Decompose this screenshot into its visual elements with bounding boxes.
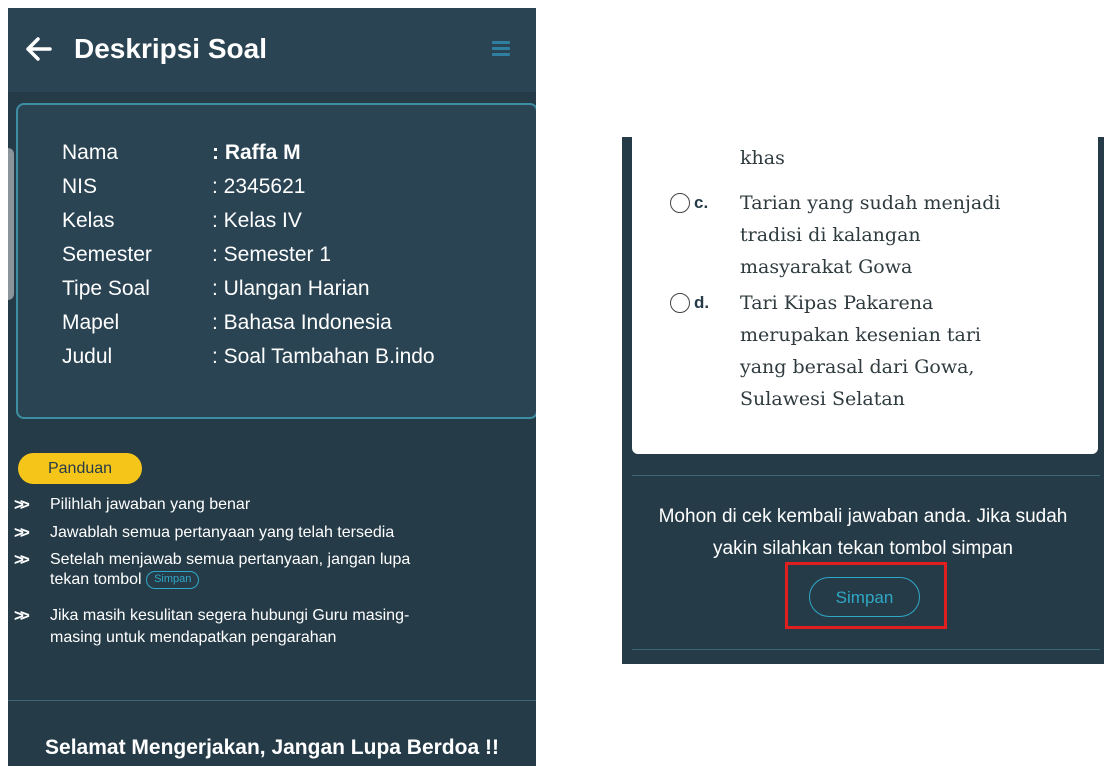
guide-text: Pilihlah jawaban yang benar: [50, 496, 251, 513]
option-c-text[interactable]: masyarakat Gowa: [740, 251, 912, 283]
answer-options-card: khas c. Tarian yang sudah menjadi tradis…: [632, 137, 1098, 454]
guide-text: Setelah menjawab semua pertanyaan, janga…: [50, 551, 411, 568]
guide-text: masing untuk mendapatkan pengarahan: [50, 629, 337, 646]
footer-message: Selamat Mengerjakan, Jangan Lupa Berdoa …: [45, 736, 499, 759]
double-chevron-right-icon: >>: [14, 550, 30, 569]
info-label: Kelas: [62, 209, 115, 232]
guide-item-continuation: masing untuk mendapatkan pengarahan: [50, 628, 336, 648]
info-label: NIS: [62, 175, 98, 198]
arrow-left-icon[interactable]: [23, 34, 53, 64]
option-d-text[interactable]: Sulawesi Selatan: [740, 383, 905, 415]
student-info-card: Nama : Raffa M NIS : 2345621 Kelas : Kel…: [16, 103, 536, 419]
info-label: Mapel: [62, 311, 120, 334]
simpan-button[interactable]: Simpan: [809, 577, 920, 617]
double-chevron-right-icon: >>: [14, 606, 30, 625]
double-chevron-right-icon: >>: [14, 495, 30, 514]
info-value: : Soal Tambahan B.indo: [212, 345, 435, 368]
info-label: Nama: [62, 141, 119, 164]
option-c-text[interactable]: tradisi di kalangan: [740, 219, 921, 251]
description-panel: Deskripsi Soal Nama : Raffa M NIS : 2345…: [8, 8, 536, 766]
previous-option-text: khas: [740, 147, 785, 169]
divider: [632, 475, 1100, 476]
info-label: Semester: [62, 243, 152, 266]
double-chevron-right-icon: >>: [14, 523, 30, 542]
hamburger-menu-icon[interactable]: [492, 41, 510, 57]
info-value: : 2345621: [212, 175, 306, 198]
page-title: Deskripsi Soal: [74, 33, 267, 64]
answer-confirm-panel: khas c. Tarian yang sudah menjadi tradis…: [622, 137, 1104, 664]
simpan-mini-button[interactable]: Simpan: [146, 570, 200, 589]
info-label: Judul: [62, 345, 113, 368]
guide-text: Jika masih kesulitan segera hubungi Guru…: [50, 607, 410, 624]
option-c-letter: c.: [694, 193, 709, 212]
app-bar: Deskripsi Soal: [8, 8, 536, 92]
scrollbar-handle[interactable]: [8, 148, 14, 300]
confirm-line: yakin silahkan tekan tombol simpan: [713, 538, 1013, 559]
option-d-radio[interactable]: [670, 293, 690, 313]
option-d-text[interactable]: merupakan kesenian tari: [740, 319, 981, 351]
divider: [8, 700, 536, 701]
guide-text: tekan tombol: [50, 571, 142, 588]
info-value: : Semester 1: [212, 243, 332, 266]
option-c-radio[interactable]: [670, 193, 690, 213]
option-c-text[interactable]: Tarian yang sudah menjadi: [740, 187, 1001, 219]
panduan-badge: Panduan: [18, 453, 142, 484]
divider: [632, 649, 1100, 650]
info-label: Tipe Soal: [62, 277, 150, 300]
option-d-text[interactable]: yang berasal dari Gowa,: [740, 351, 974, 383]
guide-text: Jawablah semua pertanyaan yang telah ter…: [50, 524, 395, 541]
info-value: : Ulangan Harian: [212, 277, 370, 300]
info-value: : Kelas IV: [212, 209, 302, 232]
confirm-line: Mohon di cek kembali jawaban anda. Jika …: [658, 506, 1068, 527]
option-d-text[interactable]: Tari Kipas Pakarena: [740, 287, 933, 319]
guide-item-continuation: tekan tombol Simpan: [50, 570, 200, 590]
info-value: : Bahasa Indonesia: [212, 311, 392, 334]
option-d-letter: d.: [694, 293, 710, 312]
info-value: : Raffa M: [212, 141, 301, 164]
confirm-message: Mohon di cek kembali jawaban anda. Jika …: [622, 501, 1104, 565]
